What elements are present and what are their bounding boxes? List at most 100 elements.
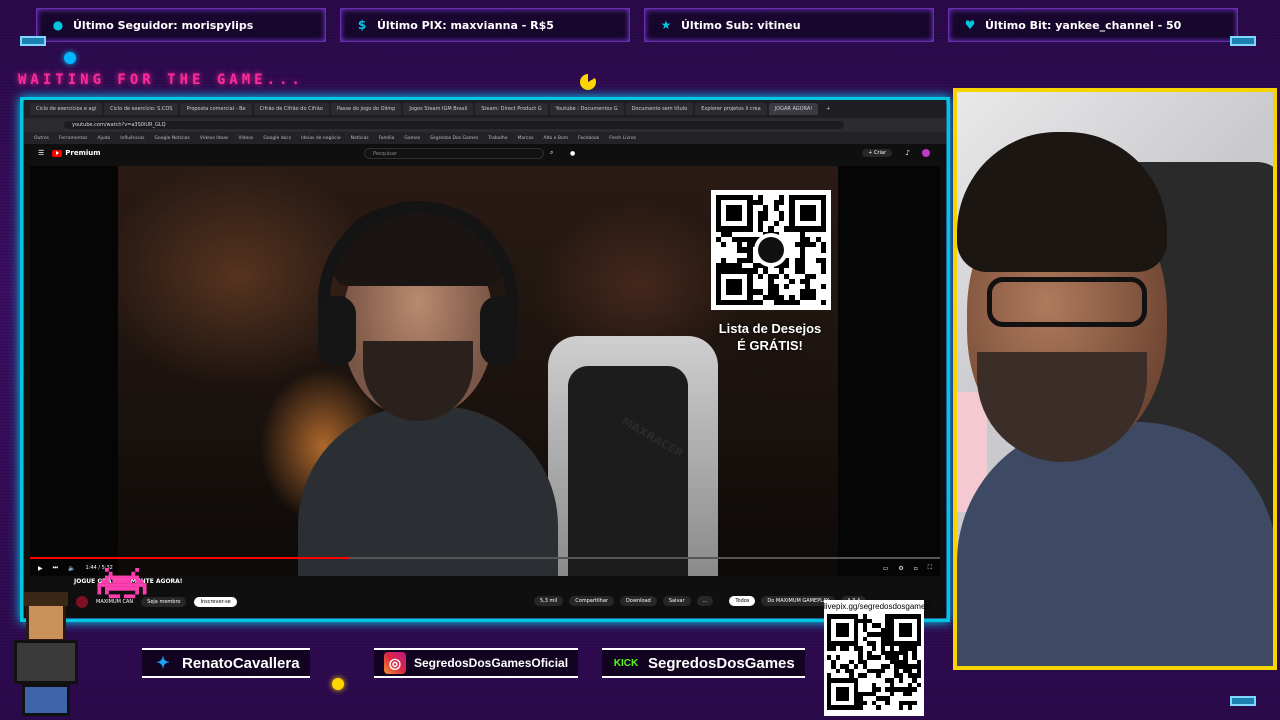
bookmark-item[interactable]: Ferramentas [59,136,87,141]
bookmark-item[interactable]: Ajuda [97,136,110,141]
download-button[interactable]: Download [619,596,657,606]
bookmark-item[interactable]: Família [379,136,395,141]
corner-decor-icon [20,36,46,46]
save-button[interactable]: Salvar [662,596,691,606]
video-controls: ▶ ⏭ 🔈 1:44 / 5:32 ▭ ⚙ ▫ ⛶ [30,561,940,575]
bell-icon[interactable]: ♪ [906,149,910,157]
browser-tab[interactable]: Steam: Direct Product G [475,103,548,115]
bookmark-item[interactable]: Vídeos [238,136,253,141]
bookmark-item[interactable]: Marcas [517,136,533,141]
search-icon[interactable]: ⌕ [550,149,553,157]
twitter-handle: RenatoCavallera [182,654,300,672]
qr-module [820,299,826,305]
menu-icon[interactable]: ☰ [38,149,44,157]
share-button[interactable]: Compartilhar [569,596,614,606]
fullscreen-icon[interactable]: ⛶ [928,564,932,572]
youtube-logo-text: Premium [65,149,101,157]
miniplayer-icon[interactable]: ▫ [914,565,918,572]
youtube-logo[interactable]: Premium [52,149,101,157]
chip-all[interactable]: Todos [729,596,756,606]
instagram-icon: ◎ [384,652,406,674]
browser-tab[interactable]: Documento sem título [625,103,694,115]
qr-pattern [827,614,921,710]
subtitles-icon[interactable]: ▭ [883,565,889,572]
alert-last-pix: $ Último PIX: maxvianna - R$5 [340,8,630,42]
video-progress-bar[interactable] [30,557,940,559]
bookmark-item[interactable]: Notícias [351,136,369,141]
pacman-icon [580,74,596,90]
more-button[interactable]: ... [696,596,714,606]
browser-window: Ciclo de exercícios e agi Ciclo de exerc… [24,100,946,618]
youtube-play-icon [52,149,63,157]
browser-tab[interactable]: Youtube : Documentos G [549,103,624,115]
tab-strip: Ciclo de exercícios e agi Ciclo de exerc… [24,100,946,118]
kick-icon: KICK [613,657,639,669]
headphone-earcup [318,296,356,366]
steam-logo-icon [754,233,788,267]
wishlist-caption: Lista de Desejos É GRÁTIS! [690,320,850,354]
video-progress-fill [30,557,349,559]
waiting-text: WAITING FOR THE GAME... [18,72,304,88]
corner-decor-icon [1230,696,1256,706]
space-invader-icon [97,568,147,599]
streamer-body [298,406,558,576]
alert-last-sub: ★ Último Sub: vitineu [644,8,934,42]
corner-decor-icon [1230,36,1256,46]
social-twitter: ✦ RenatoCavallera [142,648,310,678]
bookmark-item[interactable]: Vídeos Ideas [200,136,229,141]
bookmark-item[interactable]: Trabalho [488,136,507,141]
qr-module [917,705,921,710]
bookmark-item[interactable]: Segredos Dos Games [430,136,478,141]
pix-qr-code [827,614,921,710]
bookmark-item[interactable]: Facebook [578,136,599,141]
mic-icon[interactable]: ● [570,150,575,157]
like-button[interactable]: 5,3 mil [534,596,564,606]
browser-tab[interactable]: Ciclo de exercícios e agi [30,103,103,115]
wishlist-line-2: É GRÁTIS! [737,338,803,353]
volume-icon[interactable]: 🔈 [68,565,75,572]
avatar[interactable] [922,149,930,157]
bookmark-item[interactable]: Google Notícias [155,136,190,141]
youtube-search-input[interactable]: Pesquisar [364,147,544,159]
url-input[interactable]: youtube.com/watch?v=a3S0iUR_GLQ [64,121,844,129]
play-icon[interactable]: ▶ [38,565,43,572]
alert-label: Último Bit: yankee_channel - 50 [985,18,1182,32]
heart-icon: ♥ [964,18,976,32]
decor-dot [64,52,76,64]
bookmark-item[interactable]: Alto e Bom [543,136,568,141]
bookmark-item[interactable]: Fresh Livros [609,136,636,141]
webcam-person-body [957,422,1273,666]
new-tab-button[interactable]: + [820,103,836,115]
webcam-person-hair [957,132,1167,272]
subscribe-button[interactable]: Inscrever-se [194,597,237,607]
browser-tab[interactable]: Proposta comercial - Be [180,103,252,115]
bookmark-item[interactable]: Outros [34,136,49,141]
glasses-icon [987,277,1147,327]
bookmark-item[interactable]: Google docs [263,136,291,141]
bookmark-item[interactable]: Influências [120,136,144,141]
dollar-icon: $ [357,18,367,32]
browser-tab[interactable]: Cifrão de Cifrão do Cifrão [253,103,329,115]
alert-label: Último PIX: maxvianna - R$5 [377,18,554,32]
browser-tab[interactable]: Passe do jogo do Olimp [330,103,402,115]
bookmark-item[interactable]: Ideias de negócio [301,136,341,141]
video-player[interactable]: MAXRACER Lista de Desejos É GRÁTIS! [30,166,940,576]
pix-qr-panel: livepix.gg/segredosdosgames [824,600,929,716]
gaming-chair-inner [568,366,688,576]
create-button[interactable]: + Criar [862,149,892,157]
kick-handle: SegredosDosGames [648,654,795,672]
social-kick: KICK SegredosDosGames [602,648,805,678]
browser-tab[interactable]: Explorer projetos li crea [695,103,767,115]
alert-last-bit: ♥ Último Bit: yankee_channel - 50 [948,8,1238,42]
browser-tab[interactable]: Ciclo de exercício: S.COS [104,103,179,115]
instagram-handle: SegredosDosGamesOficial [414,656,569,670]
create-label: Criar [873,150,886,156]
next-icon[interactable]: ⏭ [53,564,58,572]
alert-label: Último Sub: vitineu [681,18,801,32]
browser-tab-active[interactable]: JOGAR AGORA! [768,103,819,115]
browser-tab[interactable]: Jogos Steam IGM Brasil [403,103,474,115]
settings-gear-icon[interactable]: ⚙ [898,565,903,572]
headphone-earcup [480,296,518,366]
alert-last-follower: ● Último Seguidor: morispylips [36,8,326,42]
bookmark-item[interactable]: Games [404,136,420,141]
